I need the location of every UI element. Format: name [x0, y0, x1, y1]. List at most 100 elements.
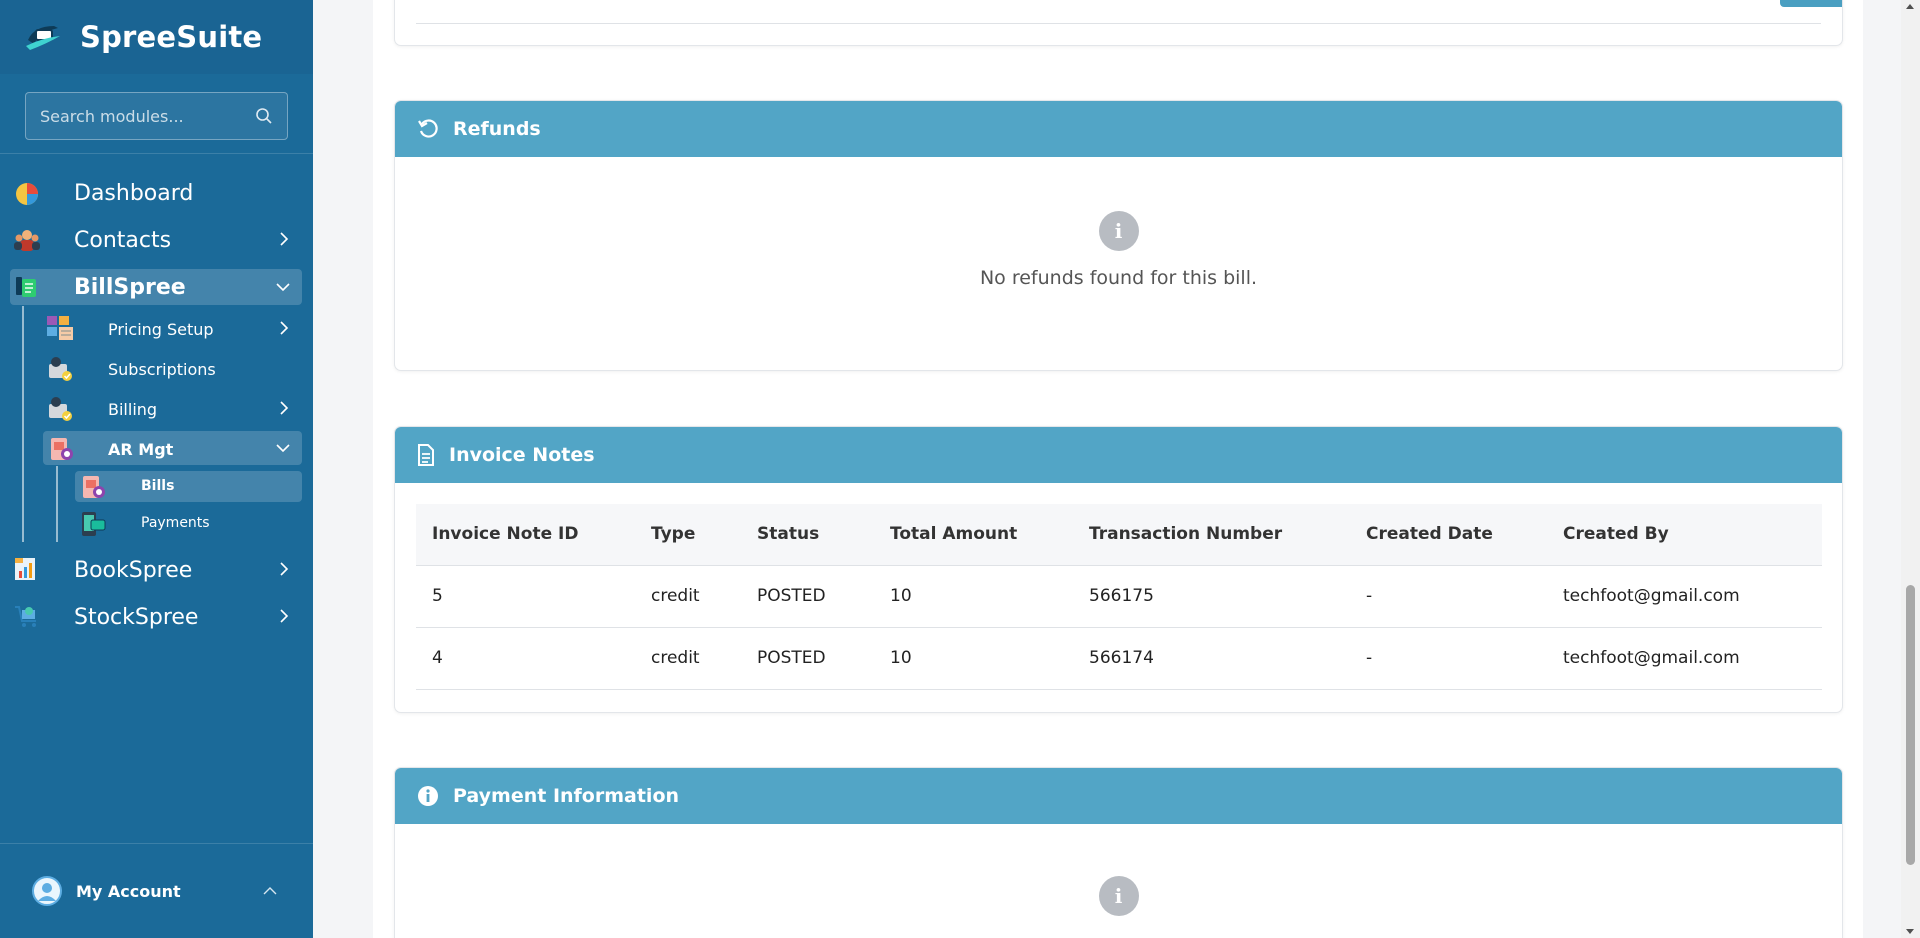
- table-row[interactable]: 4 credit POSTED 10 566174 - techfoot@gma…: [416, 627, 1822, 690]
- nav-stockspree-label: StockSpree: [74, 604, 199, 630]
- app-title: SpreeSuite: [80, 20, 263, 54]
- info-icon: i: [1098, 211, 1139, 251]
- column-header[interactable]: Type: [635, 504, 741, 566]
- chevron-right-icon[interactable]: [277, 321, 291, 335]
- chevron-right-icon[interactable]: [277, 401, 291, 415]
- nav-stockspree[interactable]: StockSpree: [74, 601, 198, 633]
- nav-ar-mgt[interactable]: AR Mgt: [108, 438, 173, 460]
- chevron-right-icon[interactable]: [277, 232, 291, 246]
- table-cell: techfoot@gmail.com: [1547, 627, 1822, 690]
- table-cell: -: [1350, 627, 1547, 690]
- divider: [416, 23, 1821, 24]
- billing-icon: [49, 397, 72, 421]
- billspree-icon: [16, 277, 36, 297]
- contacts-icon: [14, 230, 40, 251]
- refunds-empty-message: No refunds found for this bill.: [979, 267, 1258, 289]
- scrollbar-thumb[interactable]: [1906, 585, 1915, 865]
- my-account[interactable]: My Account: [0, 843, 313, 938]
- payments-icon: [82, 512, 106, 536]
- invoice-notes-table: Invoice Note ID Type Status Total Amount…: [416, 504, 1822, 690]
- column-header[interactable]: Status: [741, 504, 874, 566]
- info-icon: i: [1098, 876, 1139, 916]
- scroll-down-arrow[interactable]: [1906, 929, 1914, 934]
- table-cell: 566174: [1073, 627, 1350, 690]
- nav-bookspree[interactable]: BookSpree: [74, 554, 192, 586]
- table-cell: -: [1350, 565, 1547, 628]
- table-cell: credit: [635, 627, 741, 690]
- chevron-right-icon[interactable]: [277, 609, 291, 623]
- chevron-right-icon[interactable]: [277, 562, 291, 576]
- module-search[interactable]: [25, 92, 288, 140]
- refunds-card: Refunds i No refunds found for this bill…: [394, 100, 1843, 371]
- document-icon: [418, 444, 434, 466]
- sidebar: SpreeSuite Dashboard Contacts: [0, 0, 313, 938]
- table-row[interactable]: 5 credit POSTED 10 566175 - techfoot@gma…: [416, 565, 1822, 628]
- table-cell: credit: [635, 565, 741, 628]
- table-cell: techfoot@gmail.com: [1547, 565, 1822, 628]
- invoice-notes-header: Invoice Notes: [395, 427, 1842, 483]
- bookspree-icon: [15, 558, 35, 580]
- payment-info-card: Payment Information i: [394, 767, 1843, 938]
- chevron-down-icon[interactable]: [276, 280, 290, 294]
- nav-billing-label: Billing: [108, 399, 158, 419]
- nav-bills-highlight: [75, 471, 302, 502]
- search-input[interactable]: [40, 106, 255, 126]
- bills-icon: [83, 476, 105, 498]
- brand[interactable]: SpreeSuite: [0, 0, 313, 74]
- nav-subscriptions[interactable]: Subscriptions: [108, 358, 216, 380]
- scrollbar[interactable]: [1901, 0, 1920, 938]
- payment-info-title: Payment Information: [453, 785, 680, 807]
- table-cell: 5: [416, 565, 635, 628]
- nav-ar-mgt-label: AR Mgt: [108, 439, 174, 459]
- action-button[interactable]: [1780, 0, 1842, 7]
- search-icon[interactable]: [255, 107, 273, 125]
- nav-dashboard[interactable]: Dashboard: [74, 177, 193, 209]
- chevron-down-icon[interactable]: [276, 441, 290, 455]
- ar-mgt-icon: [51, 438, 73, 460]
- nav-bills[interactable]: Bills: [141, 476, 174, 496]
- nav-billspree-label: BillSpree: [74, 274, 186, 300]
- nav-billing[interactable]: Billing: [108, 398, 157, 420]
- table-cell: 10: [874, 627, 1073, 690]
- table-cell: 566175: [1073, 565, 1350, 628]
- column-header[interactable]: Invoice Note ID: [416, 504, 635, 566]
- subscriptions-icon: [49, 357, 72, 381]
- column-header[interactable]: Created Date: [1350, 504, 1547, 566]
- tree-line: [22, 306, 24, 542]
- dashboard-icon: [16, 183, 38, 205]
- user-avatar-icon: [32, 876, 62, 906]
- tree-line: [56, 466, 58, 542]
- column-header[interactable]: Created By: [1547, 504, 1822, 566]
- chevron-up-icon[interactable]: [263, 886, 277, 896]
- table-cell: POSTED: [741, 627, 874, 690]
- nav-dashboard-label: Dashboard: [74, 180, 194, 206]
- nav-payments[interactable]: Payments: [141, 513, 210, 533]
- stockspree-icon: [15, 606, 36, 627]
- nav-pricing-setup[interactable]: Pricing Setup: [108, 318, 214, 340]
- refunds-header: Refunds: [395, 101, 1842, 157]
- table-cell: 10: [874, 565, 1073, 628]
- undo-icon: [418, 119, 438, 138]
- nav-contacts[interactable]: Contacts: [74, 224, 171, 256]
- invoice-notes-title: Invoice Notes: [449, 444, 595, 466]
- invoice-notes-card: Invoice Notes Invoice Note ID Type Statu…: [394, 426, 1843, 713]
- nav-bookspree-label: BookSpree: [74, 557, 193, 583]
- table-header-row: Invoice Note ID Type Status Total Amount…: [416, 504, 1822, 566]
- refunds-title: Refunds: [453, 118, 541, 140]
- info-circle-icon: [418, 786, 438, 806]
- scroll-up-arrow[interactable]: [1906, 4, 1914, 9]
- nav-bills-label: Bills: [141, 478, 175, 494]
- payment-info-header: Payment Information: [395, 768, 1842, 824]
- nav-billspree[interactable]: BillSpree: [74, 271, 186, 303]
- app-logo-icon: [26, 26, 60, 50]
- nav-payments-label: Payments: [141, 515, 210, 531]
- main-content: Refunds i No refunds found for this bill…: [313, 0, 1920, 938]
- previous-card: [394, 0, 1843, 46]
- pricing-setup-icon: [47, 316, 73, 340]
- table-cell: POSTED: [741, 565, 874, 628]
- nav-subscriptions-label: Subscriptions: [108, 359, 216, 379]
- nav-pricing-setup-label: Pricing Setup: [108, 319, 214, 339]
- my-account-label: My Account: [76, 881, 181, 901]
- column-header[interactable]: Total Amount: [874, 504, 1073, 566]
- column-header[interactable]: Transaction Number: [1073, 504, 1350, 566]
